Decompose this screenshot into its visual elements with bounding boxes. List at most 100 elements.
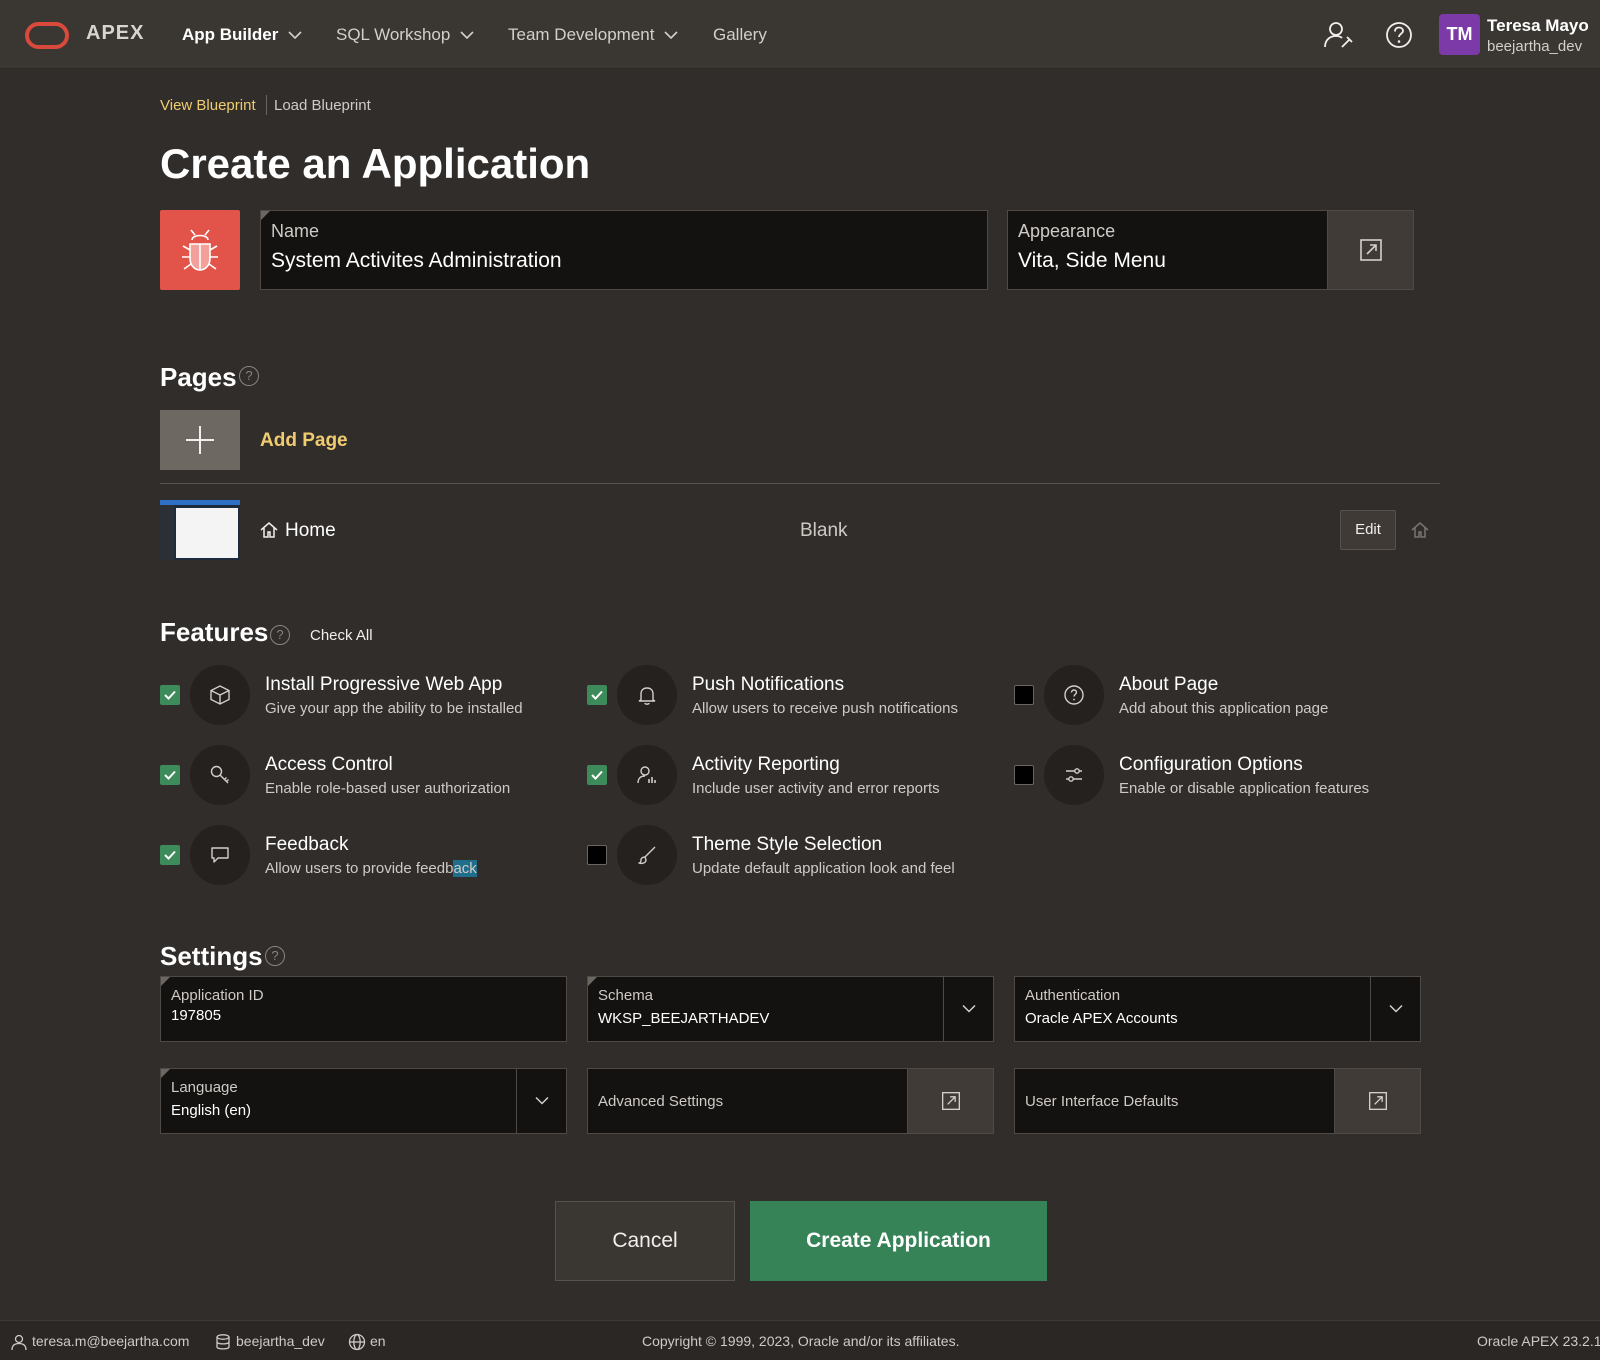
footer-user[interactable]: teresa.m@beejartha.com: [10, 1333, 189, 1351]
feature-desc: Include user activity and error reports: [692, 780, 940, 797]
feature-title: About Page: [1119, 674, 1219, 695]
footer-language[interactable]: en: [348, 1333, 386, 1351]
language-dropdown-button[interactable]: [516, 1069, 566, 1133]
external-link-icon: [1368, 1092, 1387, 1110]
feature-desc: Update default application look and feel: [692, 860, 955, 877]
text-selection-highlight: ack: [453, 860, 477, 877]
footer-email: teresa.m@beejartha.com: [32, 1333, 190, 1349]
add-page-button[interactable]: [160, 410, 240, 470]
feature-title: Access Control: [265, 754, 393, 775]
access-control-checkbox[interactable]: [160, 765, 180, 785]
feedback-checkbox[interactable]: [160, 845, 180, 865]
settings-help-icon[interactable]: ?: [265, 946, 285, 966]
chevron-down-icon: [961, 1004, 976, 1013]
user-settings-icon[interactable]: [1322, 18, 1356, 52]
add-page-link[interactable]: Add Page: [260, 430, 348, 452]
plus-icon: [186, 426, 214, 454]
configuration-options-checkbox[interactable]: [1014, 765, 1034, 785]
feature-title: Push Notifications: [692, 674, 845, 695]
about-page-checkbox[interactable]: [1014, 685, 1034, 705]
language-select[interactable]: Language English (en): [160, 1068, 567, 1134]
footer: teresa.m@beejartha.com beejartha_dev en …: [0, 1320, 1600, 1360]
apex-logo-text[interactable]: APEX: [86, 22, 144, 45]
footer-workspace-name: beejartha_dev: [236, 1333, 325, 1349]
check-all-link[interactable]: Check All: [310, 627, 373, 644]
name-field[interactable]: Name System Activites Administration: [260, 210, 988, 290]
bug-icon: [182, 229, 218, 271]
help-icon[interactable]: [1382, 18, 1416, 52]
push-notifications-checkbox[interactable]: [587, 685, 607, 705]
required-marker: [588, 977, 597, 986]
theme-style-checkbox[interactable]: [587, 845, 607, 865]
key-icon: [190, 745, 250, 805]
nav-app-builder-label: App Builder: [182, 25, 279, 44]
pages-help-icon[interactable]: ?: [239, 366, 259, 386]
sliders-icon: [1044, 745, 1104, 805]
ui-defaults-open-button[interactable]: [1334, 1069, 1420, 1133]
advanced-settings-open-button[interactable]: [907, 1069, 993, 1133]
feature-desc: Allow users to provide feedback: [265, 860, 477, 877]
advanced-settings-field[interactable]: Advanced Settings: [587, 1068, 994, 1134]
required-marker: [161, 1069, 170, 1078]
required-marker: [161, 977, 170, 986]
feature-desc: Add about this application page: [1119, 700, 1329, 717]
settings-heading: Settings: [160, 941, 263, 971]
application-id-value[interactable]: 197805: [171, 1007, 221, 1024]
view-blueprint-link[interactable]: View Blueprint: [160, 97, 256, 114]
top-bar: APEX App Builder SQL Workshop Team Devel…: [0, 0, 1600, 69]
checkmark-icon: [591, 690, 603, 700]
activity-reporting-checkbox[interactable]: [587, 765, 607, 785]
schema-dropdown-button[interactable]: [943, 977, 993, 1041]
feature-desc: Enable or disable application features: [1119, 780, 1370, 797]
user-name[interactable]: Teresa Mayo: [1487, 16, 1589, 36]
feature-title: Configuration Options: [1119, 754, 1303, 775]
footer-version: Oracle APEX 23.2.1: [1477, 1333, 1600, 1349]
name-field-label: Name: [271, 221, 320, 241]
chevron-down-icon: [534, 1096, 549, 1105]
authentication-label: Authentication: [1025, 987, 1121, 1004]
load-blueprint-link[interactable]: Load Blueprint: [274, 97, 371, 114]
oracle-logo-icon[interactable]: [25, 22, 69, 49]
checkmark-icon: [591, 770, 603, 780]
pages-divider: [160, 483, 1440, 484]
appearance-field-value: Vita, Side Menu: [1018, 249, 1166, 272]
nav-app-builder[interactable]: App Builder: [182, 25, 302, 45]
external-link-icon: [1359, 239, 1382, 261]
avatar[interactable]: TM: [1439, 14, 1480, 55]
authentication-select[interactable]: Authentication Oracle APEX Accounts: [1014, 976, 1421, 1042]
appearance-open-button[interactable]: [1327, 211, 1413, 289]
page-thumbnail[interactable]: [160, 500, 240, 560]
nav-team-development[interactable]: Team Development: [508, 25, 679, 45]
authentication-dropdown-button[interactable]: [1370, 977, 1420, 1041]
user-workspace: beejartha_dev: [1487, 38, 1583, 55]
edit-page-button[interactable]: Edit: [1340, 510, 1396, 550]
app-icon-picker[interactable]: [160, 210, 240, 290]
footer-workspace[interactable]: beejartha_dev: [214, 1333, 325, 1351]
schema-value: WKSP_BEEJARTHADEV: [598, 1010, 770, 1027]
ui-defaults-field[interactable]: User Interface Defaults: [1014, 1068, 1421, 1134]
bell-icon: [617, 665, 677, 725]
checkmark-icon: [164, 850, 176, 860]
features-help-icon[interactable]: ?: [270, 625, 290, 645]
user-icon: [11, 1335, 27, 1351]
feature-title: Feedback: [265, 834, 349, 855]
set-home-icon[interactable]: [1410, 520, 1430, 540]
nav-sql-workshop[interactable]: SQL Workshop: [336, 25, 474, 45]
feature-desc: Give your app the ability to be installe…: [265, 700, 523, 717]
chevron-down-icon: [288, 31, 302, 40]
name-field-value[interactable]: System Activites Administration: [271, 249, 562, 273]
create-application-button[interactable]: Create Application: [750, 1201, 1047, 1281]
cancel-button[interactable]: Cancel: [555, 1201, 735, 1281]
appearance-field[interactable]: Appearance Vita, Side Menu: [1007, 210, 1414, 290]
external-link-icon: [941, 1092, 960, 1110]
page-title: Create an Application: [160, 140, 591, 187]
schema-select[interactable]: Schema WKSP_BEEJARTHADEV: [587, 976, 994, 1042]
nav-gallery[interactable]: Gallery: [713, 25, 767, 45]
brush-icon: [617, 825, 677, 885]
required-marker: [261, 211, 270, 220]
pwa-checkbox[interactable]: [160, 685, 180, 705]
schema-label: Schema: [598, 987, 654, 1004]
application-id-field[interactable]: Application ID 197805: [160, 976, 567, 1042]
user-chart-icon: [617, 745, 677, 805]
features-heading: Features: [160, 617, 269, 647]
